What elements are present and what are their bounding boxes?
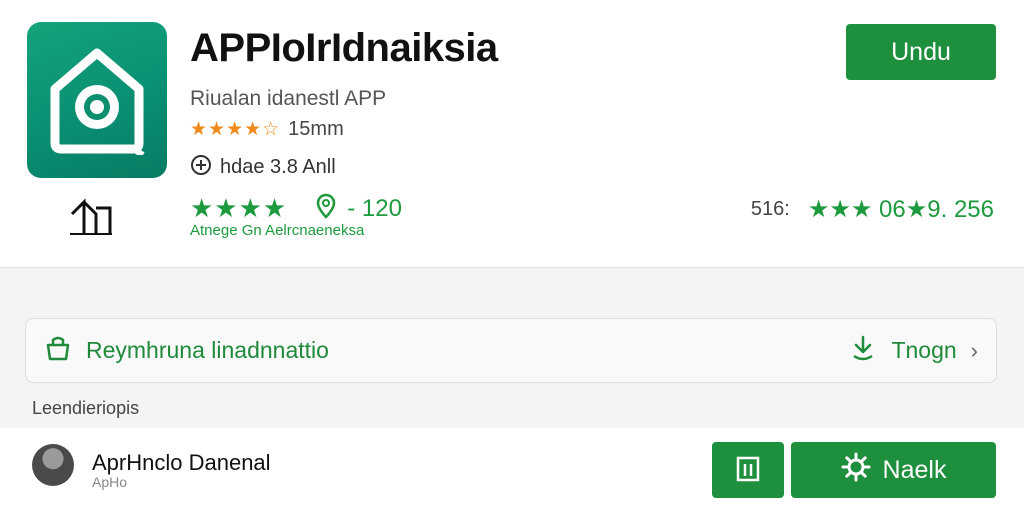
bag-icon	[44, 335, 72, 366]
section-label: Leendieriopis	[32, 398, 140, 418]
info-bar-left: Reymhruna linadnnattio	[44, 335, 329, 366]
rating-row: ★★★★☆ 15mm	[190, 118, 344, 141]
grid-icon	[736, 456, 760, 485]
app-header-card: APPIoIrIdnaiksia Riualan idanestl APP ★★…	[0, 0, 1024, 268]
developer-card: AprHnclo Danenal ApHo Naelk	[0, 428, 1024, 512]
next-button[interactable]: Naelk	[791, 442, 996, 498]
green-stars: ★★★★	[190, 193, 288, 223]
share-icon[interactable]	[66, 196, 114, 236]
app-subtitle[interactable]: Riualan idanestl APP	[190, 87, 386, 111]
app-logo-icon[interactable]	[27, 22, 167, 178]
plus-circle-icon	[190, 154, 212, 181]
info-bar[interactable]: Reymhruna linadnnattio Tnogn ›	[25, 318, 997, 383]
rating-text: 15mm	[288, 118, 344, 140]
info-row: hdae 3.8 Anll	[190, 154, 336, 181]
next-button-label: Naelk	[882, 455, 947, 484]
green-count: - 120	[347, 194, 402, 222]
avatar[interactable]	[32, 444, 74, 486]
right-stats: 516: ★★★ 06★9. 256	[751, 195, 994, 224]
stat-number: 516:	[750, 198, 790, 220]
chevron-right-icon[interactable]: ›	[971, 338, 978, 364]
developer-name[interactable]: AprHnclo Danenal	[92, 450, 271, 476]
green-caption[interactable]: Atnege Gn Aelrcnaeneksa	[190, 222, 364, 239]
download-icon	[849, 334, 877, 367]
rating-stars: ★★★★☆	[190, 119, 281, 140]
info-bar-label: Reymhruna linadnnattio	[86, 337, 329, 363]
developer-sub: ApHo	[92, 474, 128, 490]
grid-button[interactable]	[712, 442, 784, 498]
gear-icon	[841, 452, 871, 489]
stat-green-text: ★★★ 06★9. 256	[807, 196, 994, 223]
info-bar-right: Tnogn ›	[849, 334, 978, 367]
info-bar-action[interactable]: Tnogn	[891, 337, 956, 364]
location-icon	[315, 193, 337, 224]
install-button[interactable]: Undu	[846, 24, 996, 80]
info-text: hdae 3.8 Anll	[220, 156, 336, 178]
app-title: APPIoIrIdnaiksia	[190, 26, 498, 70]
green-rating-row: ★★★★ - 120	[190, 193, 402, 224]
